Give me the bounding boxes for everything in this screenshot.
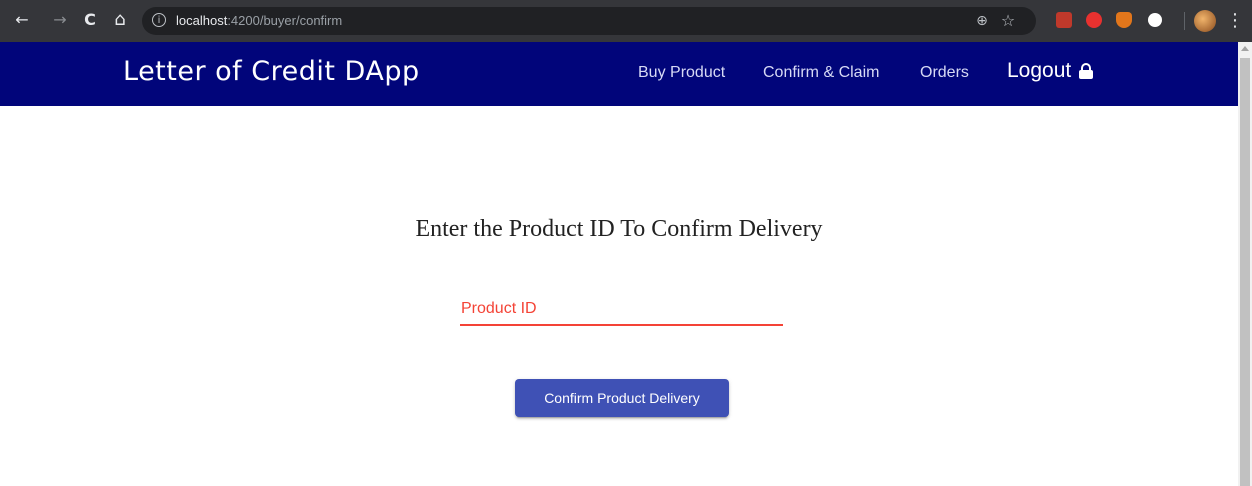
toolbar-divider [1184,12,1185,30]
product-id-input[interactable] [460,296,783,324]
extension-icon[interactable] [1148,13,1162,27]
brand-title[interactable]: Letter of Credit DApp [123,56,420,87]
back-icon[interactable]: ← [12,10,32,30]
address-bar[interactable]: i localhost:4200/buyer/confirm ⊕ ☆ [142,7,1036,35]
reload-icon[interactable]: C [80,10,100,30]
adblock-extension-icon[interactable] [1086,12,1102,28]
nav-buy-product[interactable]: Buy Product [638,64,725,82]
lock-icon [1079,63,1094,79]
scrollbar[interactable] [1238,42,1252,486]
url-path: :4200/buyer/confirm [227,13,343,28]
profile-avatar[interactable] [1194,10,1216,32]
nav-orders[interactable]: Orders [920,64,969,82]
info-icon[interactable]: i [152,13,166,27]
menu-icon[interactable]: ⋮ [1226,10,1244,32]
pdf-extension-icon[interactable] [1056,12,1072,28]
logout-label: Logout [1007,59,1072,82]
page-heading: Enter the Product ID To Confirm Delivery [415,216,823,242]
product-id-field[interactable]: Product ID [460,296,783,326]
star-icon[interactable]: ☆ [1000,13,1016,29]
zoom-icon[interactable]: ⊕ [974,13,990,29]
url-text[interactable]: localhost:4200/buyer/confirm [176,13,342,28]
scroll-thumb[interactable] [1240,58,1250,486]
home-icon[interactable]: ⌂ [110,10,130,30]
logout-button[interactable]: Logout [1007,59,1094,83]
metamask-extension-icon[interactable] [1116,12,1132,28]
confirm-delivery-button[interactable]: Confirm Product Delivery [515,379,729,417]
forward-icon[interactable]: → [50,10,70,30]
app-header: Letter of Credit DApp Buy Product Confir… [0,42,1238,106]
nav-confirm-claim[interactable]: Confirm & Claim [763,64,879,82]
scroll-up-arrow[interactable] [1241,46,1249,51]
input-underline [460,324,783,326]
browser-toolbar: ← → C ⌂ i localhost:4200/buyer/confirm ⊕… [0,0,1252,42]
url-host: localhost [176,13,228,28]
